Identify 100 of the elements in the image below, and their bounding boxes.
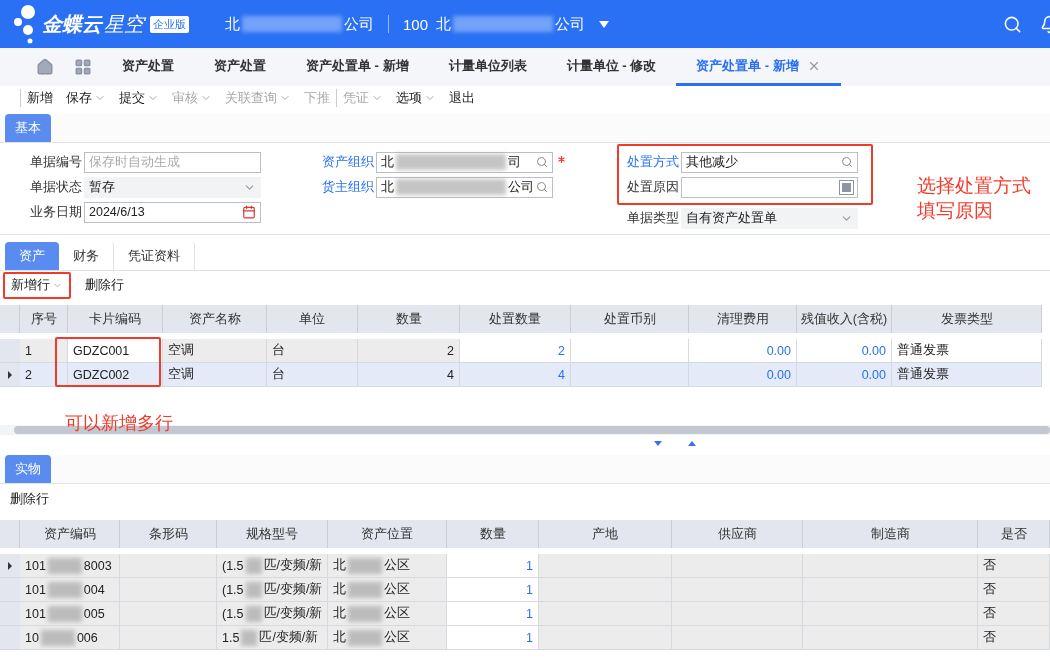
text: 北 <box>333 605 346 622</box>
blurred-text <box>47 581 82 598</box>
apps-icon[interactable] <box>74 58 92 76</box>
column-header: 供应商 <box>672 520 803 548</box>
expand-icon[interactable] <box>688 441 696 446</box>
toolbar-button[interactable]: 选项 <box>389 89 442 107</box>
table-cell[interactable]: GDZC001 <box>68 339 163 363</box>
page-tab[interactable]: 资产处置 <box>194 48 286 86</box>
text: 北 <box>436 14 452 34</box>
column-header: 数量 <box>447 520 539 548</box>
page-tab[interactable]: 资产处置 <box>102 48 194 86</box>
toolbar-button[interactable]: 提交 <box>112 89 165 107</box>
action-button[interactable]: 删除行 <box>0 484 1050 514</box>
table-cell[interactable]: 0.00 <box>689 363 797 387</box>
header-cell <box>0 305 20 333</box>
text: 北 <box>225 14 240 34</box>
calendar-icon <box>242 205 256 219</box>
table-cell: 4 <box>358 363 460 387</box>
select-field[interactable]: 自有资产处置单 <box>681 208 858 229</box>
text: 公司 <box>508 178 534 196</box>
table-cell[interactable]: 0.00 <box>797 339 892 363</box>
toolbar-button[interactable]: 保存 <box>59 89 112 107</box>
text: 匹/变频/新 <box>263 605 323 622</box>
text: 101 <box>25 558 46 573</box>
date-field[interactable]: 2024/6/13 <box>84 201 261 223</box>
text: 1.5 <box>222 630 240 645</box>
text: 005 <box>83 606 105 621</box>
table-cell[interactable]: 0.00 <box>689 339 797 363</box>
page-tab[interactable]: 资产处置单 - 新增 <box>286 48 429 86</box>
lookup-field[interactable]: 其他减少 <box>681 151 858 173</box>
required-icon <box>558 155 565 163</box>
row-indicator[interactable] <box>0 554 20 578</box>
collapse-icon[interactable] <box>654 441 662 446</box>
detail-tab[interactable]: 凭证资料 <box>114 242 195 270</box>
table-cell[interactable]: 1 <box>447 626 539 650</box>
table-cell[interactable]: GDZC002 <box>68 363 163 387</box>
search-icon <box>536 181 548 193</box>
lookup-field[interactable]: 北 公司 <box>376 176 553 198</box>
blurred-text <box>241 629 258 646</box>
lookup-field[interactable]: 北 司 <box>376 151 553 173</box>
toolbar-button[interactable]: 退出 <box>442 89 481 107</box>
search-icon[interactable] <box>1003 14 1022 34</box>
edition-badge: 企业版 <box>150 15 189 33</box>
action-button[interactable]: 删除行 <box>77 271 132 299</box>
table-cell[interactable]: 普通发票 <box>892 339 1042 363</box>
page-tab[interactable]: 资产处置单 - 新增 <box>676 48 841 86</box>
annotation-text: 填写原因 <box>917 199 994 223</box>
column-header: 条形码 <box>120 520 217 548</box>
page-tab[interactable]: 计量单位 - 修改 <box>546 48 677 86</box>
action-button[interactable]: 新增行 <box>3 271 71 299</box>
text: 北 <box>381 153 394 171</box>
logo-icon <box>14 4 36 44</box>
detail-tab[interactable]: 财务 <box>59 242 114 270</box>
blurred-text <box>348 557 382 574</box>
text: 公司 <box>555 14 586 34</box>
table-cell[interactable]: 1 <box>447 554 539 578</box>
table-cell[interactable]: 1 <box>447 602 539 626</box>
column-header: 清理费用 <box>689 305 797 333</box>
row-indicator[interactable] <box>0 363 20 387</box>
table-cell: 2 <box>20 363 68 387</box>
table-cell[interactable] <box>571 363 689 387</box>
blurred-text <box>348 629 382 646</box>
text: (1.5 <box>222 558 244 573</box>
brand-name: 金蝶云 <box>42 11 102 37</box>
dropdown-icon[interactable] <box>599 20 610 28</box>
text: 006 <box>76 630 98 645</box>
table-cell[interactable]: 1 <box>447 578 539 602</box>
text: 8003 <box>83 558 112 573</box>
blurred-text <box>348 605 382 622</box>
search-icon <box>536 156 548 168</box>
table-cell[interactable] <box>571 339 689 363</box>
text: 北 <box>333 629 346 646</box>
table-cell[interactable]: 0.00 <box>797 363 892 387</box>
text: (1.5 <box>222 606 244 621</box>
text: 101 <box>25 606 46 621</box>
select-field[interactable]: 暂存 <box>84 176 261 198</box>
table-cell: 2 <box>358 339 460 363</box>
column-header: 资产编码 <box>20 520 120 548</box>
text: 公区 <box>384 605 410 622</box>
table-cell: 否 <box>978 578 1050 602</box>
text: 101 <box>25 582 46 597</box>
toolbar-button[interactable]: 新增 <box>20 89 59 107</box>
table-cell[interactable]: 普通发票 <box>892 363 1042 387</box>
table-cell[interactable]: 4 <box>460 363 571 387</box>
blurred-text <box>348 581 382 598</box>
text: 匹/变频/新 <box>259 629 319 646</box>
blurred-text <box>245 605 262 622</box>
column-header: 单位 <box>267 305 358 333</box>
column-header: 产地 <box>539 520 672 548</box>
text-field[interactable] <box>681 176 858 198</box>
field-link[interactable]: 处置方式 <box>627 153 681 171</box>
text: 司 <box>508 153 521 171</box>
field-link[interactable]: 资产组织 <box>322 153 376 171</box>
table-cell[interactable]: 2 <box>460 339 571 363</box>
home-icon[interactable] <box>36 58 54 76</box>
page-tab[interactable]: 计量单位列表 <box>428 48 547 86</box>
field-link[interactable]: 货主组织 <box>322 178 376 196</box>
blurred-text <box>47 605 82 622</box>
text: 北 <box>333 557 346 574</box>
table-cell: 否 <box>978 626 1050 650</box>
